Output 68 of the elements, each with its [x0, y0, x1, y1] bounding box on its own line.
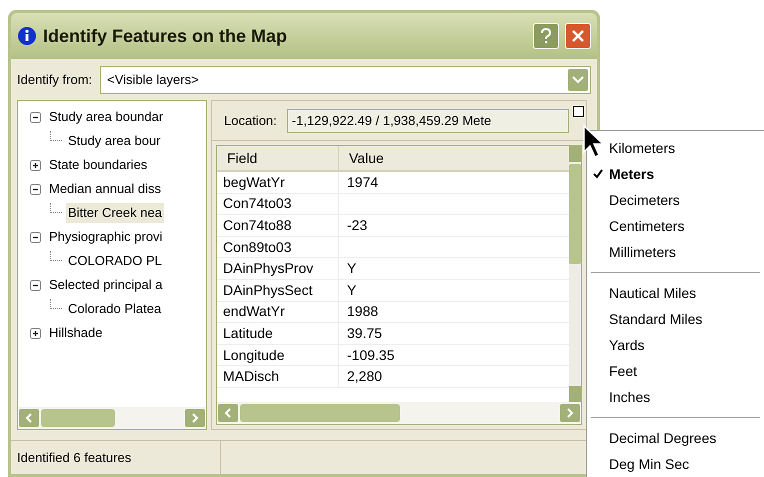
- table-cell: Con74to88: [217, 215, 339, 236]
- tree-item[interactable]: Hillshade: [47, 323, 104, 343]
- table-cell: DAinPhysProv: [217, 258, 339, 279]
- menu-item[interactable]: Decimal Degrees: [587, 425, 764, 451]
- location-field: -1,129,922.49 / 1,938,459.29 Mete: [286, 108, 569, 132]
- menu-item[interactable]: Centimeters: [587, 213, 764, 239]
- vertical-scrollbar[interactable]: [569, 146, 581, 402]
- window-title: Identify Features on the Map: [43, 24, 288, 48]
- scroll-thumb[interactable]: [240, 404, 400, 422]
- collapse-icon[interactable]: [30, 232, 41, 242]
- tree-item[interactable]: State boundaries: [47, 155, 150, 175]
- table-cell-text: Y: [346, 259, 358, 278]
- table-cell-text: -23: [346, 216, 368, 235]
- table-cell: Con74to03: [217, 194, 339, 214]
- tree-item[interactable]: Study area boundar: [47, 107, 166, 127]
- close-button[interactable]: [565, 23, 591, 49]
- menu-item[interactable]: Meters: [587, 161, 764, 187]
- table-cell: begWatYr: [217, 172, 339, 193]
- menu-item[interactable]: Standard Miles: [587, 306, 764, 332]
- dropdown-value: <Visible layers>: [107, 71, 200, 90]
- scroll-left-button[interactable]: [218, 404, 238, 422]
- scroll-right-button[interactable]: [185, 409, 205, 427]
- table-cell-text: Y: [346, 280, 358, 300]
- units-menu-button[interactable]: [573, 106, 584, 117]
- table-cell-text: -109.35: [346, 346, 396, 365]
- table-cell-text: 1988: [346, 302, 380, 322]
- table-cell-text: 2,280: [346, 367, 384, 386]
- checkmark-icon: [593, 169, 603, 179]
- expand-icon[interactable]: [30, 160, 41, 170]
- tree-item[interactable]: Median annual diss: [47, 179, 164, 199]
- menu-item[interactable]: Millimeters: [587, 239, 764, 265]
- table-cell: Latitude: [217, 323, 339, 344]
- table-cell: Longitude: [217, 344, 339, 366]
- collapse-icon[interactable]: [30, 112, 41, 122]
- menu-item[interactable]: Decimeters: [587, 187, 764, 213]
- expand-icon[interactable]: [30, 328, 41, 338]
- layer-dropdown[interactable]: <Visible layers>: [100, 66, 591, 94]
- tree-item[interactable]: Selected principal a: [47, 275, 164, 295]
- location-label: Location:: [224, 112, 277, 130]
- table-cell-text: 1974: [346, 172, 380, 192]
- column-header[interactable]: Field: [217, 146, 339, 170]
- menu-item[interactable]: Deg Min Sec: [587, 451, 764, 477]
- info-icon: [17, 26, 37, 46]
- menu-item[interactable]: Nautical Miles: [587, 280, 764, 306]
- table-cell: DAinPhysSect: [217, 280, 339, 301]
- help-button[interactable]: [533, 23, 559, 49]
- close-icon: [571, 29, 585, 43]
- column-header[interactable]: Value: [339, 146, 569, 170]
- tree-item[interactable]: Study area bour: [66, 131, 163, 151]
- collapse-icon[interactable]: [30, 280, 41, 290]
- table-cell: Con89to03: [217, 236, 339, 258]
- help-icon: [540, 28, 552, 44]
- tree-item[interactable]: Physiographic provi: [47, 227, 164, 247]
- scroll-thumb[interactable]: [41, 409, 115, 427]
- status-text: Identified 6 features: [11, 441, 221, 474]
- menu-item[interactable]: Inches: [587, 384, 764, 410]
- identify-from-label: Identify from:: [17, 71, 92, 90]
- table-cell: MADisch: [217, 366, 339, 387]
- tree-item[interactable]: Colorado Platea: [66, 299, 164, 319]
- collapse-icon[interactable]: [30, 184, 41, 194]
- scroll-left-button[interactable]: [19, 409, 39, 427]
- tree-item[interactable]: Bitter Creek nea: [66, 203, 164, 223]
- scroll-right-button[interactable]: [560, 404, 580, 422]
- table-cell-text: 39.75: [346, 324, 384, 343]
- menu-item[interactable]: Feet: [587, 358, 764, 384]
- menu-item[interactable]: Yards: [587, 332, 764, 358]
- table-cell: endWatYr: [217, 302, 339, 322]
- tree-item[interactable]: COLORADO PL: [66, 251, 164, 271]
